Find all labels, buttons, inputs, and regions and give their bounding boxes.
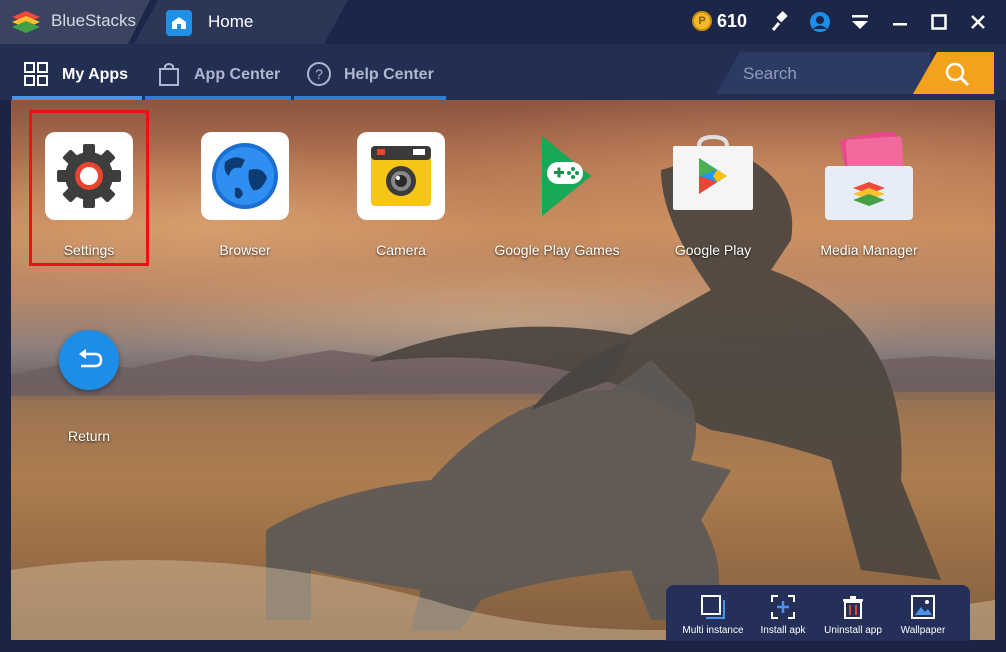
multi-instance-icon (701, 595, 725, 619)
wallpaper-icon (911, 595, 935, 619)
app-google-play-games[interactable]: Google Play Games (492, 132, 622, 258)
shopping-bag-icon (159, 63, 179, 86)
tab-app-center-label: App Center (194, 66, 281, 83)
install-apk-icon (771, 595, 795, 619)
tab-help-center-label: Help Center (344, 66, 434, 83)
tab-help-center[interactable]: ? Help Center (294, 0, 446, 86)
camera-icon (371, 146, 431, 206)
app-label: Google Play (674, 242, 752, 258)
install-apk-label: Install apk (760, 625, 806, 636)
google-play-icon (673, 134, 753, 210)
svg-text:?: ? (315, 66, 323, 82)
grid-icon (24, 62, 48, 86)
google-play-app-tile (669, 132, 757, 220)
globe-icon (212, 143, 278, 209)
selection-highlight (29, 110, 149, 266)
play-games-icon (542, 136, 591, 216)
play-games-app-tile (513, 132, 601, 220)
return-arrow-icon (79, 349, 103, 368)
help-icon: ? (307, 62, 331, 86)
brush-icon[interactable] (766, 8, 794, 36)
search-icon (945, 62, 970, 87)
bottom-toolbar: Multi instance Install apk Uninstall app… (666, 585, 970, 641)
close-icon[interactable] (964, 8, 992, 36)
app-label: Google Play Games (494, 242, 620, 258)
wallpaper-label: Wallpaper (900, 625, 946, 636)
uninstall-app-button[interactable]: Uninstall app (815, 585, 891, 641)
uninstall-app-label: Uninstall app (824, 625, 882, 636)
search-placeholder: Search (743, 64, 797, 83)
menu-dropdown-icon[interactable] (846, 8, 874, 36)
app-label: Media Manager (820, 242, 918, 258)
app-label: Camera (376, 242, 426, 258)
browser-app-tile (201, 132, 289, 220)
wallpaper-button[interactable]: Wallpaper (885, 585, 961, 641)
app-google-play[interactable]: Google Play (648, 132, 778, 258)
media-manager-app-tile (825, 129, 913, 220)
app-browser[interactable]: Browser (180, 132, 310, 258)
install-apk-button[interactable]: Install apk (745, 585, 821, 641)
media-manager-icon (825, 129, 913, 220)
tab-app-center[interactable]: App Center (145, 0, 291, 86)
return-label: Return (67, 428, 111, 444)
maximize-icon[interactable] (925, 8, 953, 36)
trash-icon (843, 596, 863, 619)
tab-my-apps-label: My Apps (62, 66, 129, 83)
app-media-manager[interactable]: Media Manager (804, 129, 934, 258)
app-label: Browser (219, 242, 271, 258)
coin-icon: P (692, 11, 712, 31)
coin-count: 610 (717, 11, 748, 31)
multi-instance-button[interactable]: Multi instance (675, 585, 751, 641)
app-camera[interactable]: Camera (336, 132, 466, 258)
return-button[interactable] (59, 330, 119, 390)
camera-app-tile (357, 132, 445, 220)
multi-instance-label: Multi instance (682, 625, 744, 636)
window-bottom-border (0, 641, 1006, 652)
minimize-icon[interactable] (886, 8, 914, 36)
account-icon[interactable] (806, 8, 834, 36)
tab-my-apps[interactable]: My Apps (12, 0, 142, 86)
